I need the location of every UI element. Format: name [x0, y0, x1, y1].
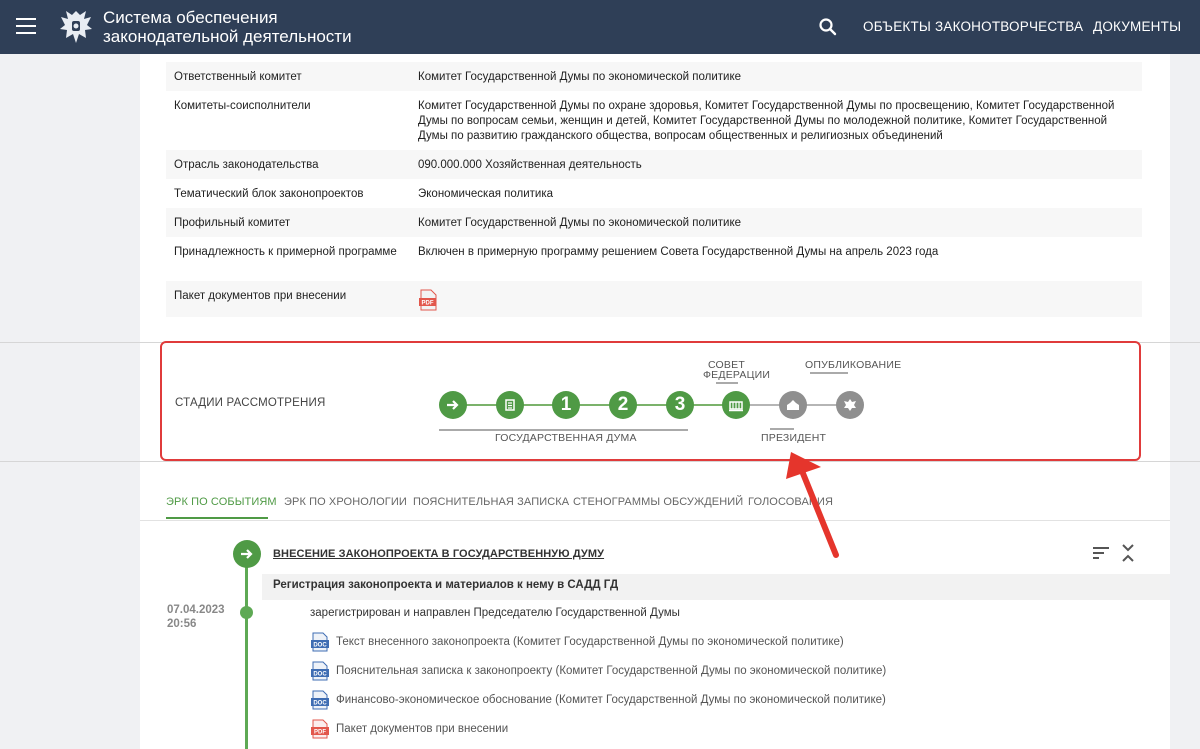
arrow-right-icon	[241, 549, 253, 559]
eagle-icon	[844, 399, 856, 411]
stage-federation-council[interactable]	[722, 391, 750, 419]
collapse-icon[interactable]	[1121, 543, 1135, 563]
stage-caption-publication: ОПУБЛИКОВАНИЕ	[805, 359, 902, 371]
timeline-dot	[240, 606, 253, 619]
stage-caption-federation-2: ФЕДЕРАЦИИ	[703, 369, 771, 381]
property-label: Отрасль законодательства	[174, 159, 319, 171]
tabs-divider	[140, 520, 1170, 521]
document-label: Финансово-экономическое обоснование (Ком…	[336, 694, 886, 706]
property-label: Тематический блок законопроектов	[174, 188, 364, 200]
timeline-event-marker	[233, 540, 261, 568]
stage-publication[interactable]	[836, 391, 864, 419]
pdf-file-icon[interactable]: PDF	[418, 289, 438, 311]
nav-documents[interactable]: ДОКУМЕНТЫ	[1093, 19, 1181, 34]
event-description: зарегистрирован и направлен Председателю…	[310, 607, 680, 619]
stage-introduction[interactable]	[439, 391, 467, 419]
property-row: Ответственный комитет Комитет Государств…	[166, 62, 1142, 91]
property-row: Отрасль законодательства 090.000.000 Хоз…	[166, 150, 1142, 179]
nav-legislation-objects[interactable]: ОБЪЕКТЫ ЗАКОНОТВОРЧЕСТВА	[863, 19, 1083, 34]
publication-bracket	[810, 372, 848, 374]
property-value: Комитет Государственной Думы по экономич…	[418, 217, 742, 229]
property-row: Тематический блок законопроектов Экономи…	[166, 179, 1142, 208]
site-title-line2: законодательной деятельности	[103, 27, 352, 46]
property-label: Ответственный комитет	[174, 71, 302, 83]
active-tab-indicator	[166, 517, 268, 519]
svg-text:DOC: DOC	[313, 672, 327, 678]
property-value: Экономическая политика	[418, 188, 554, 200]
property-label: Принадлежность к примерной программе	[174, 246, 397, 258]
timeline-line	[245, 566, 248, 749]
property-row: Профильный комитет Комитет Государственн…	[166, 208, 1142, 237]
site-title-line1: Система обеспечения	[103, 8, 278, 27]
stage-third-reading[interactable]: 3	[666, 391, 694, 419]
doc-file-icon: DOC	[311, 661, 329, 681]
svg-text:PDF: PDF	[422, 301, 434, 307]
document-stack-icon	[505, 399, 515, 411]
stages-divider-bottom	[0, 461, 1200, 462]
property-value: Включен в примерную программу решением С…	[418, 246, 939, 258]
event-time: 20:56	[167, 618, 197, 630]
event-title[interactable]: ВНЕСЕНИЕ ЗАКОНОПРОЕКТА В ГОСУДАРСТВЕННУЮ…	[273, 548, 604, 560]
stage-first-reading[interactable]: 1	[552, 391, 580, 419]
stage-preliminary[interactable]	[496, 391, 524, 419]
svg-text:PDF: PDF	[314, 730, 326, 736]
president-bracket	[770, 428, 794, 430]
document-link[interactable]: PDF Пакет документов при внесении	[310, 719, 508, 739]
property-value: 090.000.000 Хозяйственная деятельность	[418, 159, 642, 171]
document-label: Пакет документов при внесении	[336, 723, 509, 735]
document-link[interactable]: DOC Текст внесенного законопроекта (Коми…	[310, 632, 844, 652]
top-app-bar: Система обеспечения законодательной деят…	[0, 0, 1200, 54]
tab-chronology[interactable]: ЭРК ПО ХРОНОЛОГИИ	[284, 496, 407, 508]
property-label: Профильный комитет	[174, 217, 291, 229]
subevent-title: Регистрация законопроекта и материалов к…	[273, 579, 619, 591]
stages-label: СТАДИИ РАССМОТРЕНИЯ	[175, 397, 326, 409]
property-value: Комитет Государственной Думы по экономич…	[418, 71, 742, 83]
doc-file-icon: DOC	[311, 690, 329, 710]
property-label: Комитеты-соисполнители	[174, 100, 311, 112]
site-title[interactable]: Система обеспечения законодательной деят…	[103, 8, 352, 46]
stage-second-reading[interactable]: 2	[609, 391, 637, 419]
arrow-right-icon	[447, 400, 459, 410]
stage-president[interactable]	[779, 391, 807, 419]
document-label: Пояснительная записка к законопроекту (К…	[336, 665, 887, 677]
tab-events[interactable]: ЭРК ПО СОБЫТИЯМ	[166, 496, 277, 508]
stage-caption-president: ПРЕЗИДЕНТ	[761, 432, 827, 444]
coat-of-arms-logo[interactable]	[58, 7, 94, 47]
svg-text:DOC: DOC	[313, 643, 327, 649]
event-datetime: 07.04.2023 20:56	[167, 603, 225, 631]
svg-text:DOC: DOC	[313, 701, 327, 707]
doc-file-icon: DOC	[311, 632, 329, 652]
building-icon	[729, 401, 743, 412]
document-link[interactable]: DOC Финансово-экономическое обоснование …	[310, 690, 886, 710]
tab-votes[interactable]: ГОЛОСОВАНИЯ	[748, 496, 833, 508]
bill-properties-table: Ответственный комитет Комитет Государств…	[166, 62, 1142, 317]
document-link[interactable]: DOC Пояснительная записка к законопроект…	[310, 661, 886, 681]
pdf-file-icon: PDF	[311, 719, 329, 739]
federation-bracket	[716, 382, 738, 384]
event-date: 07.04.2023	[167, 604, 225, 616]
search-icon[interactable]	[818, 17, 838, 37]
sort-icon[interactable]	[1092, 546, 1110, 560]
property-row: Принадлежность к примерной программе Вкл…	[166, 237, 1142, 281]
document-label: Текст внесенного законопроекта (Комитет …	[336, 636, 844, 648]
menu-icon[interactable]	[16, 18, 36, 34]
kremlin-icon	[787, 400, 799, 410]
property-row: Пакет документов при внесении PDF	[166, 281, 1142, 317]
property-value: Комитет Государственной Думы по охране з…	[418, 100, 1115, 142]
property-value: PDF	[418, 289, 1142, 312]
property-row: Комитеты-соисполнители Комитет Государст…	[166, 91, 1142, 150]
tab-transcripts[interactable]: СТЕНОГРАММЫ ОБСУЖДЕНИЙ	[573, 496, 743, 508]
duma-bracket	[439, 429, 688, 431]
tab-explanatory-note[interactable]: ПОЯСНИТЕЛЬНАЯ ЗАПИСКА	[413, 496, 569, 508]
property-label: Пакет документов при внесении	[174, 290, 347, 302]
stage-caption-duma: ГОСУДАРСТВЕННАЯ ДУМА	[495, 432, 637, 444]
